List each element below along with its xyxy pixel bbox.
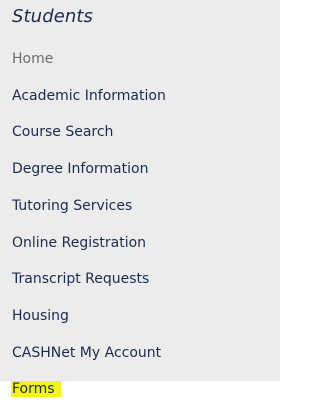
forms-highlight: Forms bbox=[11, 381, 61, 397]
section-title: Students bbox=[12, 6, 94, 27]
nav-item-academic-information[interactable]: Academic Information bbox=[12, 84, 166, 108]
nav-item-course-search[interactable]: Course Search bbox=[12, 120, 113, 144]
nav-item-transcript-requests[interactable]: Transcript Requests bbox=[12, 267, 149, 291]
nav-item-forms[interactable]: Forms bbox=[11, 377, 61, 401]
nav-item-online-registration[interactable]: Online Registration bbox=[12, 231, 146, 255]
students-sidebar: Students Home Academic Information Cours… bbox=[0, 0, 280, 397]
nav-item-home[interactable]: Home bbox=[12, 47, 53, 71]
nav-item-degree-information[interactable]: Degree Information bbox=[12, 157, 148, 181]
nav-item-tutoring-services[interactable]: Tutoring Services bbox=[12, 194, 132, 218]
nav-item-housing[interactable]: Housing bbox=[12, 304, 69, 328]
nav-item-cashnet-my-account[interactable]: CASHNet My Account bbox=[12, 341, 161, 365]
